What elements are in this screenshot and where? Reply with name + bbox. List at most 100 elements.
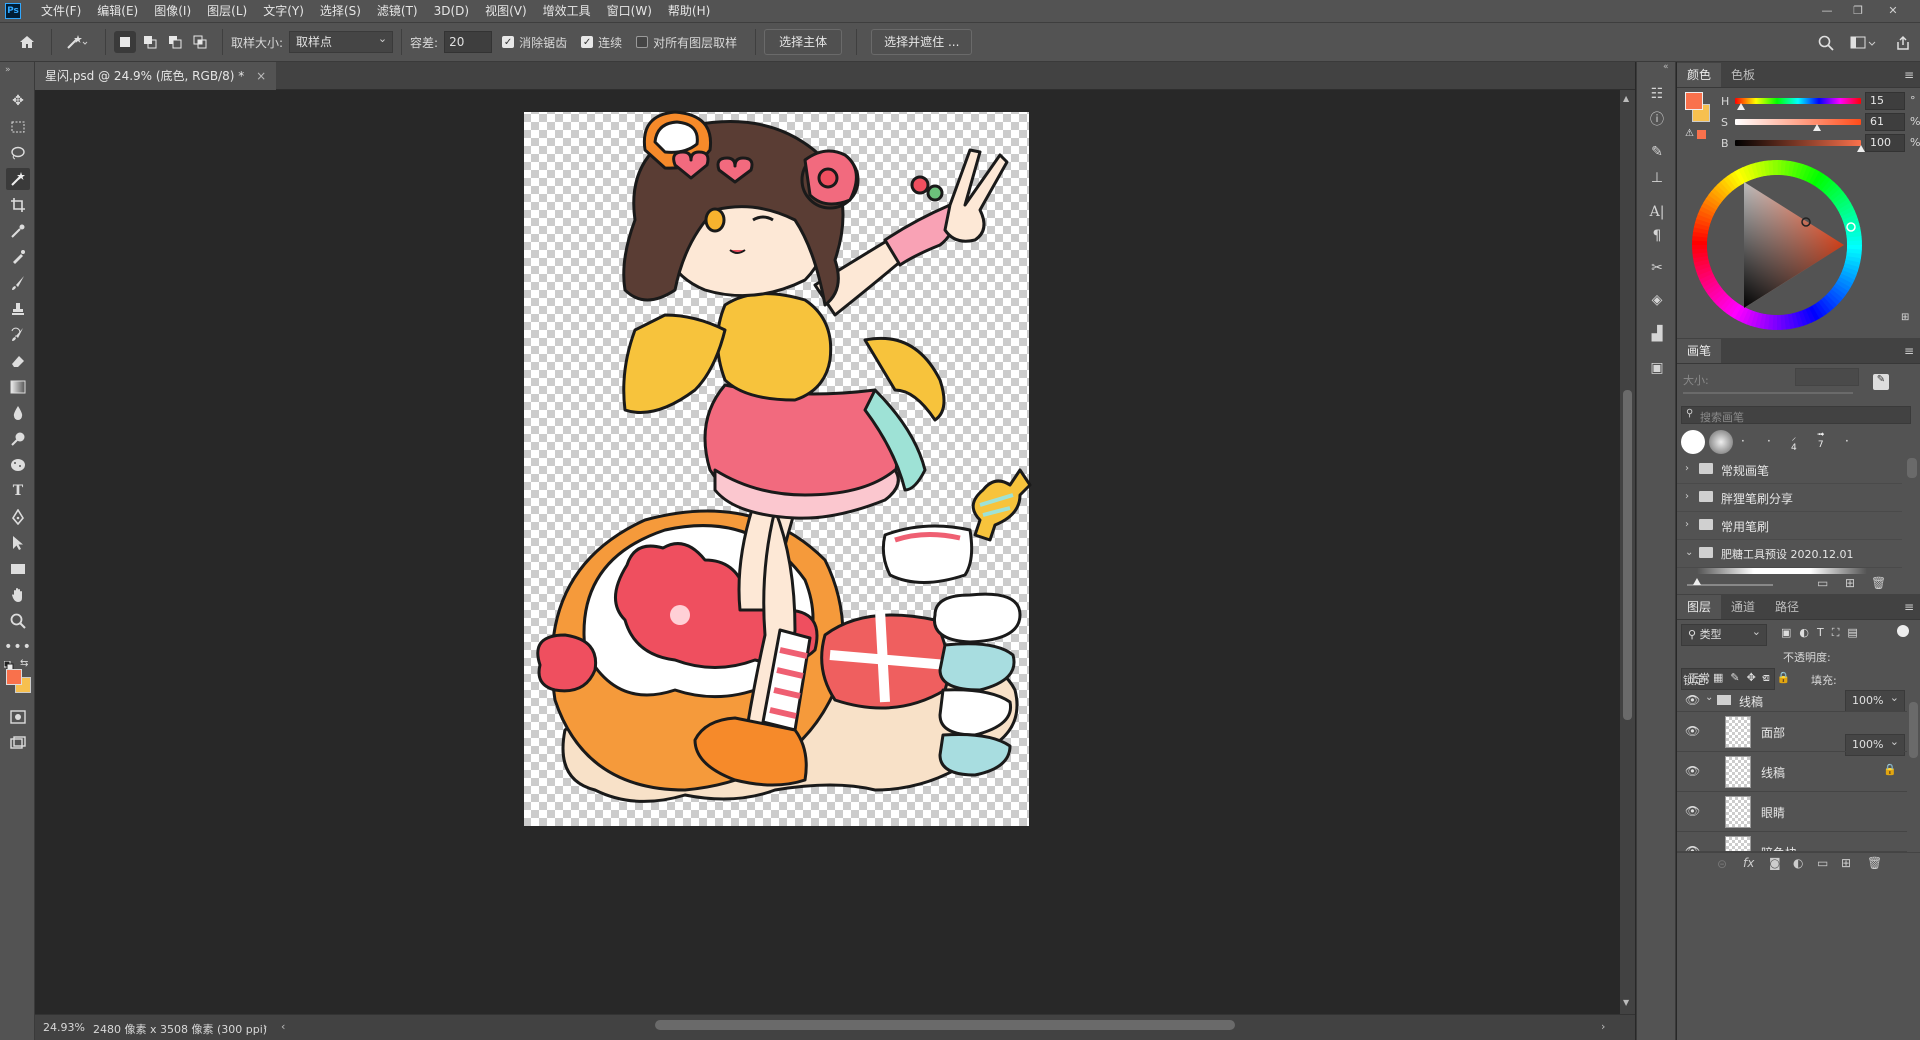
hue-value[interactable]: 15 bbox=[1865, 92, 1905, 110]
layer-filter-select[interactable]: ⚲ 类型 bbox=[1681, 622, 1767, 646]
hand-tool-icon[interactable] bbox=[6, 584, 30, 606]
new-brush-group-icon[interactable]: ▭ bbox=[1817, 576, 1828, 590]
color-panel-foreground-swatch[interactable] bbox=[1685, 92, 1703, 110]
close-icon[interactable]: ✕ bbox=[1880, 0, 1906, 22]
tolerance-input[interactable]: 20 bbox=[444, 31, 493, 53]
menu-image[interactable]: 图像(I) bbox=[146, 0, 199, 22]
adjustment-layer-icon[interactable]: ◐ bbox=[1793, 856, 1803, 870]
brush-tool-icon[interactable] bbox=[6, 272, 30, 294]
minimize-icon[interactable]: — bbox=[1814, 0, 1840, 22]
brush-preset-7[interactable]: ➟ 7 bbox=[1817, 430, 1825, 450]
brush-search-field[interactable]: ⚲ 搜索画笔 bbox=[1681, 406, 1911, 424]
layers-scroll-thumb[interactable] bbox=[1909, 702, 1918, 758]
menu-file[interactable]: 文件(F) bbox=[33, 0, 89, 22]
tool-presets-icon[interactable]: ✂ bbox=[1647, 258, 1667, 278]
brush-preset-hard-round[interactable] bbox=[1681, 430, 1705, 454]
foreground-color-swatch[interactable] bbox=[6, 669, 22, 685]
sample-size-select[interactable]: 取样点 bbox=[289, 29, 394, 53]
document-tab[interactable]: 星闪.psd @ 24.9% (底色, RGB/8) * × bbox=[35, 62, 277, 90]
expand-panels-icon[interactable]: « bbox=[1663, 62, 1669, 72]
adjustments-icon[interactable]: ☷ bbox=[1647, 84, 1667, 104]
layer-filter-toggle[interactable] bbox=[1897, 625, 1909, 637]
saturation-value[interactable]: 61 bbox=[1865, 113, 1905, 131]
new-brush-icon[interactable]: ⊞ bbox=[1845, 576, 1855, 590]
restore-icon[interactable]: ❐ bbox=[1845, 0, 1871, 22]
magic-wand-tool-icon[interactable] bbox=[6, 168, 30, 190]
add-mask-icon[interactable]: ◙ bbox=[1769, 856, 1781, 870]
brush-folder-presets[interactable]: ⌄ 肥糖工具预设 2020.12.01 bbox=[1677, 540, 1902, 568]
brush-preview-slider-handle[interactable] bbox=[1693, 578, 1701, 585]
layer-row[interactable]: 👁 线稿 🔒 bbox=[1677, 752, 1907, 792]
layer-row[interactable]: 👁 眼睛 bbox=[1677, 792, 1907, 832]
layer-filter-icons[interactable]: ▣◐T⛶▤ bbox=[1781, 626, 1866, 640]
tab-channels[interactable]: 通道 bbox=[1721, 595, 1765, 619]
3d-icon[interactable]: ◈ bbox=[1647, 290, 1667, 310]
swap-colors-icon[interactable]: ⇆ bbox=[20, 658, 28, 669]
eyedropper-tool-icon[interactable] bbox=[6, 220, 30, 242]
layers-panel-menu-icon[interactable]: ≡ bbox=[1904, 600, 1914, 614]
select-subject-button[interactable]: 选择主体 bbox=[764, 29, 843, 55]
brush-preset-4[interactable]: ⸝ 4 bbox=[1791, 430, 1797, 453]
gradient-tool-icon[interactable] bbox=[6, 376, 30, 398]
delete-layer-icon[interactable]: 🗑 bbox=[1867, 856, 1882, 870]
paragraph-icon[interactable]: ¶ bbox=[1647, 226, 1667, 246]
path-selection-tool-icon[interactable] bbox=[6, 532, 30, 554]
group-chevron-down-icon[interactable]: ⌄ bbox=[1705, 692, 1713, 703]
visibility-eye-icon[interactable]: 👁 bbox=[1685, 804, 1700, 818]
saturation-slider-handle[interactable] bbox=[1813, 124, 1821, 131]
intersect-selection-icon[interactable] bbox=[189, 31, 211, 53]
brush-settings-icon[interactable]: ✎ bbox=[1647, 142, 1667, 162]
chevron-right-icon[interactable]: › bbox=[1685, 491, 1689, 502]
hue-slider[interactable] bbox=[1735, 98, 1861, 104]
new-layer-icon[interactable]: ⊞ bbox=[1841, 856, 1851, 870]
workspace-icon[interactable] bbox=[1848, 32, 1878, 54]
document-canvas[interactable] bbox=[35, 90, 1620, 1014]
menu-edit[interactable]: 编辑(E) bbox=[89, 0, 146, 22]
visibility-eye-icon[interactable]: 👁 bbox=[1685, 764, 1700, 778]
clone-source-icon[interactable]: ⊥ bbox=[1647, 168, 1667, 188]
pen-tool-icon[interactable] bbox=[6, 506, 30, 528]
status-menu-icon[interactable]: › bbox=[263, 1020, 267, 1033]
brush-stroke-preview[interactable] bbox=[1697, 568, 1867, 574]
menu-type[interactable]: 文字(Y) bbox=[255, 0, 312, 22]
delete-brush-icon[interactable]: 🗑 bbox=[1871, 576, 1886, 590]
add-selection-icon[interactable] bbox=[139, 31, 161, 53]
menu-window[interactable]: 窗口(W) bbox=[599, 0, 660, 22]
brightness-slider-handle[interactable] bbox=[1857, 145, 1865, 152]
clone-stamp-tool-icon[interactable] bbox=[6, 298, 30, 320]
group-visibility-eye-icon[interactable]: 👁 bbox=[1685, 693, 1700, 707]
search-icon[interactable] bbox=[1815, 32, 1837, 54]
eraser-tool-icon[interactable] bbox=[6, 350, 30, 372]
vertical-scrollbar[interactable]: ▲ ▼ bbox=[1620, 90, 1635, 1014]
select-and-mask-button[interactable]: 选择并遮住 ... bbox=[871, 29, 973, 55]
brush-preset-small-3[interactable]: · bbox=[1845, 434, 1849, 448]
lasso-tool-icon[interactable] bbox=[6, 142, 30, 164]
menu-plugins[interactable]: 增效工具 bbox=[535, 0, 599, 22]
layer-row[interactable]: 👁 暗色块 bbox=[1677, 832, 1907, 852]
chevron-down-icon[interactable]: ⌄ bbox=[1685, 547, 1693, 558]
zoom-tool-icon[interactable] bbox=[6, 610, 30, 632]
layer-group-row[interactable]: 👁 ⌄ 线稿 bbox=[1677, 688, 1907, 712]
tab-color[interactable]: 颜色 bbox=[1677, 63, 1722, 87]
brush-preset-small-2[interactable]: · bbox=[1767, 434, 1771, 448]
vertical-scroll-thumb[interactable] bbox=[1623, 390, 1632, 720]
brush-size-input[interactable] bbox=[1795, 368, 1859, 386]
brush-edit-icon[interactable]: ✎ bbox=[1873, 374, 1889, 390]
share-icon[interactable] bbox=[1892, 32, 1914, 54]
link-layers-icon[interactable]: ⊝ bbox=[1717, 857, 1727, 871]
brush-list-scroll-thumb[interactable] bbox=[1907, 458, 1917, 478]
scroll-down-icon[interactable]: ▼ bbox=[1623, 998, 1629, 1007]
healing-brush-tool-icon[interactable] bbox=[6, 246, 30, 268]
dodge-tool-icon[interactable] bbox=[6, 428, 30, 450]
libraries-icon[interactable]: ▣ bbox=[1647, 358, 1667, 378]
screen-mode-icon[interactable] bbox=[6, 732, 30, 754]
menu-select[interactable]: 选择(S) bbox=[312, 0, 369, 22]
crop-tool-icon[interactable] bbox=[6, 194, 30, 216]
color-panel-menu-icon[interactable]: ≡ bbox=[1904, 68, 1914, 82]
contiguous-checkbox[interactable]: ✓ bbox=[581, 36, 594, 48]
brightness-value[interactable]: 100 bbox=[1865, 134, 1905, 152]
menu-view[interactable]: 视图(V) bbox=[477, 0, 535, 22]
saturation-slider[interactable] bbox=[1735, 119, 1861, 125]
menu-filter[interactable]: 滤镜(T) bbox=[369, 0, 426, 22]
magic-wand-preset-icon[interactable] bbox=[60, 31, 94, 53]
